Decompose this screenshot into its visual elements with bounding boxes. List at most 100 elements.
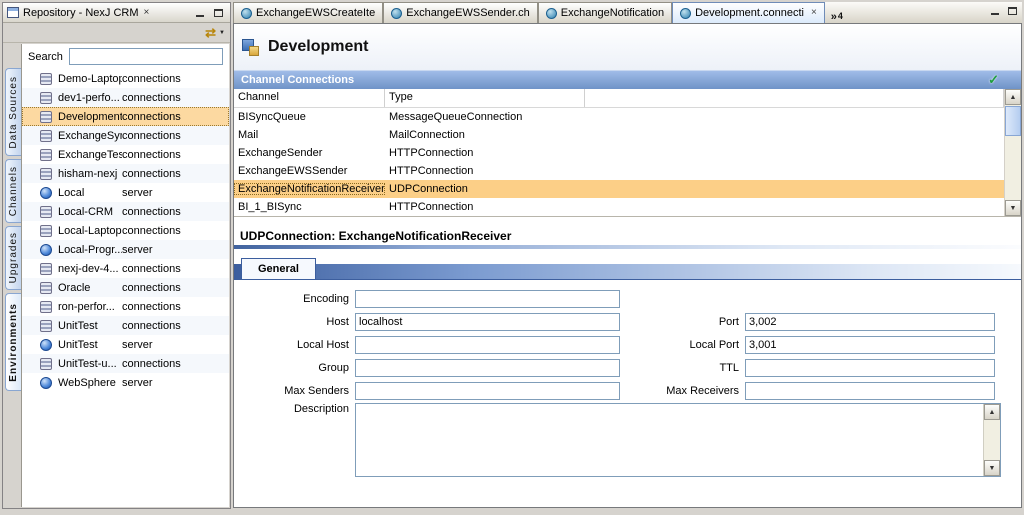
tab-channels[interactable]: Channels: [5, 159, 21, 223]
local-port-field[interactable]: [745, 336, 995, 354]
group-field[interactable]: [355, 359, 620, 377]
search-input[interactable]: [69, 48, 223, 65]
list-item[interactable]: hisham-nexjconnections: [22, 164, 229, 183]
scroll-up-icon[interactable]: ▲: [1005, 89, 1021, 105]
environments-list: Demo-Laptopconnections dev1-perfo...conn…: [22, 69, 229, 392]
nexj-studio-window: Repository - NexJ CRM × ⇄ ▼ Data Sources…: [0, 0, 1024, 515]
editor-tab-exchangenotification[interactable]: ExchangeNotification: [538, 2, 672, 23]
repository-view-titlebar: Repository - NexJ CRM ×: [3, 3, 230, 23]
tab-data-sources[interactable]: Data Sources: [5, 68, 21, 156]
cell-channel: ExchangeSender: [234, 147, 385, 159]
max-senders-field[interactable]: [355, 382, 620, 400]
table-row[interactable]: BI_1_BISyncHTTPConnection: [234, 198, 1004, 216]
table-scrollbar[interactable]: ▲ ▼: [1004, 89, 1021, 216]
minimize-view-button[interactable]: [192, 6, 207, 19]
list-item[interactable]: UnitTest-u...connections: [22, 354, 229, 373]
tab-general[interactable]: General: [241, 258, 316, 279]
model-layer-tab-strip: Data Sources Channels Upgrades Environme…: [4, 44, 21, 507]
item-kind: connections: [122, 168, 181, 180]
table-row[interactable]: ExchangeEWSSenderHTTPConnection: [234, 162, 1004, 180]
column-header-channel[interactable]: Channel: [234, 89, 385, 107]
list-item[interactable]: ExchangeSyncconnections: [22, 126, 229, 145]
validation-check-icon[interactable]: ✓: [988, 72, 999, 88]
ttl-field[interactable]: [745, 359, 995, 377]
table-row[interactable]: MailMailConnection: [234, 126, 1004, 144]
item-kind: connections: [122, 320, 181, 332]
local-host-field[interactable]: [355, 336, 620, 354]
tab-upgrades[interactable]: Upgrades: [5, 226, 21, 290]
list-item[interactable]: ron-perfor...connections: [22, 297, 229, 316]
column-header-empty: [585, 89, 1004, 107]
view-menu-dropdown-icon[interactable]: ▼: [219, 30, 225, 36]
item-name: Local-CRM: [58, 206, 122, 218]
host-field[interactable]: [355, 313, 620, 331]
item-name: Development: [58, 111, 122, 123]
encoding-label: Encoding: [234, 293, 355, 305]
scroll-down-icon[interactable]: ▼: [984, 460, 1000, 476]
chevron-icon: »: [831, 11, 837, 23]
list-item[interactable]: Oracleconnections: [22, 278, 229, 297]
search-row: Search: [22, 44, 229, 69]
list-item[interactable]: Demo-Laptopconnections: [22, 69, 229, 88]
scrollbar-thumb[interactable]: [1005, 106, 1021, 136]
list-item[interactable]: WebSphereserver: [22, 373, 229, 392]
encoding-field[interactable]: [355, 290, 620, 308]
server-icon: [40, 377, 52, 389]
scroll-down-icon[interactable]: ▼: [1005, 200, 1021, 216]
more-tabs-chevron[interactable]: » 4: [825, 9, 849, 23]
cell-type: HTTPConnection: [385, 147, 585, 159]
list-item[interactable]: Local-CRMconnections: [22, 202, 229, 221]
editor-tab-exchangeewscreateite[interactable]: ExchangeEWSCreateIte: [233, 2, 383, 23]
connections-icon: [40, 282, 52, 294]
maximize-editor-button[interactable]: [1005, 4, 1020, 17]
max-senders-label: Max Senders: [234, 385, 355, 397]
item-name: WebSphere: [58, 377, 122, 389]
list-item[interactable]: Local-Laptopconnections: [22, 221, 229, 240]
form-row: Group TTL: [234, 356, 1021, 379]
channel-file-icon: [241, 8, 252, 19]
page-title: Development: [268, 38, 368, 56]
link-with-editor-icon[interactable]: ⇄: [205, 26, 216, 39]
list-item[interactable]: Local-Progr...server: [22, 240, 229, 259]
scroll-up-icon[interactable]: ▲: [984, 404, 1000, 420]
item-kind: server: [122, 339, 153, 351]
repository-view-toolbar: ⇄ ▼: [3, 23, 230, 43]
list-item[interactable]: nexj-dev-4...connections: [22, 259, 229, 278]
close-tab-icon[interactable]: ×: [811, 8, 817, 18]
item-name: UnitTest: [58, 339, 122, 351]
tab-environments[interactable]: Environments: [5, 293, 21, 391]
description-scrollbar[interactable]: ▲ ▼: [983, 404, 1000, 476]
tab-label: Channels: [8, 166, 19, 216]
column-header-type[interactable]: Type: [385, 89, 585, 107]
list-item[interactable]: Localserver: [22, 183, 229, 202]
description-field[interactable]: [356, 404, 983, 476]
item-kind: connections: [122, 225, 181, 237]
item-name: Local-Progr...: [58, 244, 122, 256]
list-item[interactable]: dev1-perfo...connections: [22, 88, 229, 107]
item-kind: server: [122, 187, 153, 199]
repository-view: Repository - NexJ CRM × ⇄ ▼ Data Sources…: [2, 2, 231, 509]
port-field[interactable]: [745, 313, 995, 331]
max-receivers-field[interactable]: [745, 382, 995, 400]
description-field-wrap: ▲ ▼: [355, 403, 1001, 477]
form-row: Encoding: [234, 287, 1021, 310]
item-name: UnitTest: [58, 320, 122, 332]
editor-tab-development-active[interactable]: Development.connecti ×: [672, 2, 825, 23]
cell-channel: ExchangeNotificationReceiver: [234, 183, 385, 195]
maximize-view-button[interactable]: [211, 6, 226, 19]
tab-label: Environments: [8, 303, 19, 382]
section-title: Channel Connections: [241, 74, 354, 86]
item-name: hisham-nexj: [58, 168, 122, 180]
editor-tab-label: ExchangeNotification: [561, 7, 664, 19]
connections-icon: [40, 206, 52, 218]
list-item[interactable]: UnitTestserver: [22, 335, 229, 354]
minimize-editor-button[interactable]: [987, 4, 1002, 17]
table-row[interactable]: BISyncQueueMessageQueueConnection: [234, 108, 1004, 126]
editor-tab-exchangeewssender[interactable]: ExchangeEWSSender.ch: [383, 2, 538, 23]
table-row-selected[interactable]: ExchangeNotificationReceiverUDPConnectio…: [234, 180, 1004, 198]
table-row[interactable]: ExchangeSenderHTTPConnection: [234, 144, 1004, 162]
list-item-selected[interactable]: Developmentconnections: [22, 107, 229, 126]
list-item[interactable]: UnitTestconnections: [22, 316, 229, 335]
list-item[interactable]: ExchangeTestconnections: [22, 145, 229, 164]
close-view-icon[interactable]: ×: [143, 8, 151, 18]
